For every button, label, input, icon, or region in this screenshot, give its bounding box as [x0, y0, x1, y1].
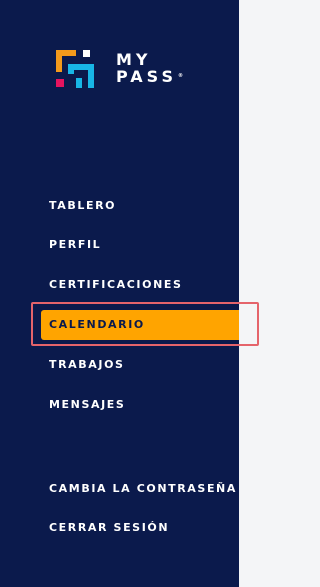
nav-item-trabajos[interactable]: TRABAJOS	[49, 358, 125, 372]
sidebar: MY PASS® TABLERO PERFIL CERTIFICACIONES …	[0, 0, 250, 587]
selection-highlight	[31, 302, 259, 346]
nav-item-cerrar-sesion[interactable]: CERRAR SESIÓN	[49, 521, 169, 535]
content-edge	[239, 0, 261, 587]
nav-item-tablero[interactable]: TABLERO	[49, 199, 116, 213]
nav-item-perfil[interactable]: PERFIL	[49, 238, 101, 252]
mypass-logo[interactable]: MY PASS®	[56, 50, 183, 88]
registered-mark: ®	[177, 73, 183, 79]
nav-item-mensajes[interactable]: MENSAJES	[49, 398, 125, 412]
brand-wordmark: MY PASS®	[116, 51, 183, 85]
brand-line2: PASS	[116, 67, 177, 86]
brand-line1: MY	[116, 50, 152, 69]
nav-item-certificaciones[interactable]: CERTIFICACIONES	[49, 278, 183, 292]
nav-item-cambia-contrasena[interactable]: CAMBIA LA CONTRASEÑA	[49, 482, 237, 496]
mypass-logo-icon	[56, 50, 94, 88]
